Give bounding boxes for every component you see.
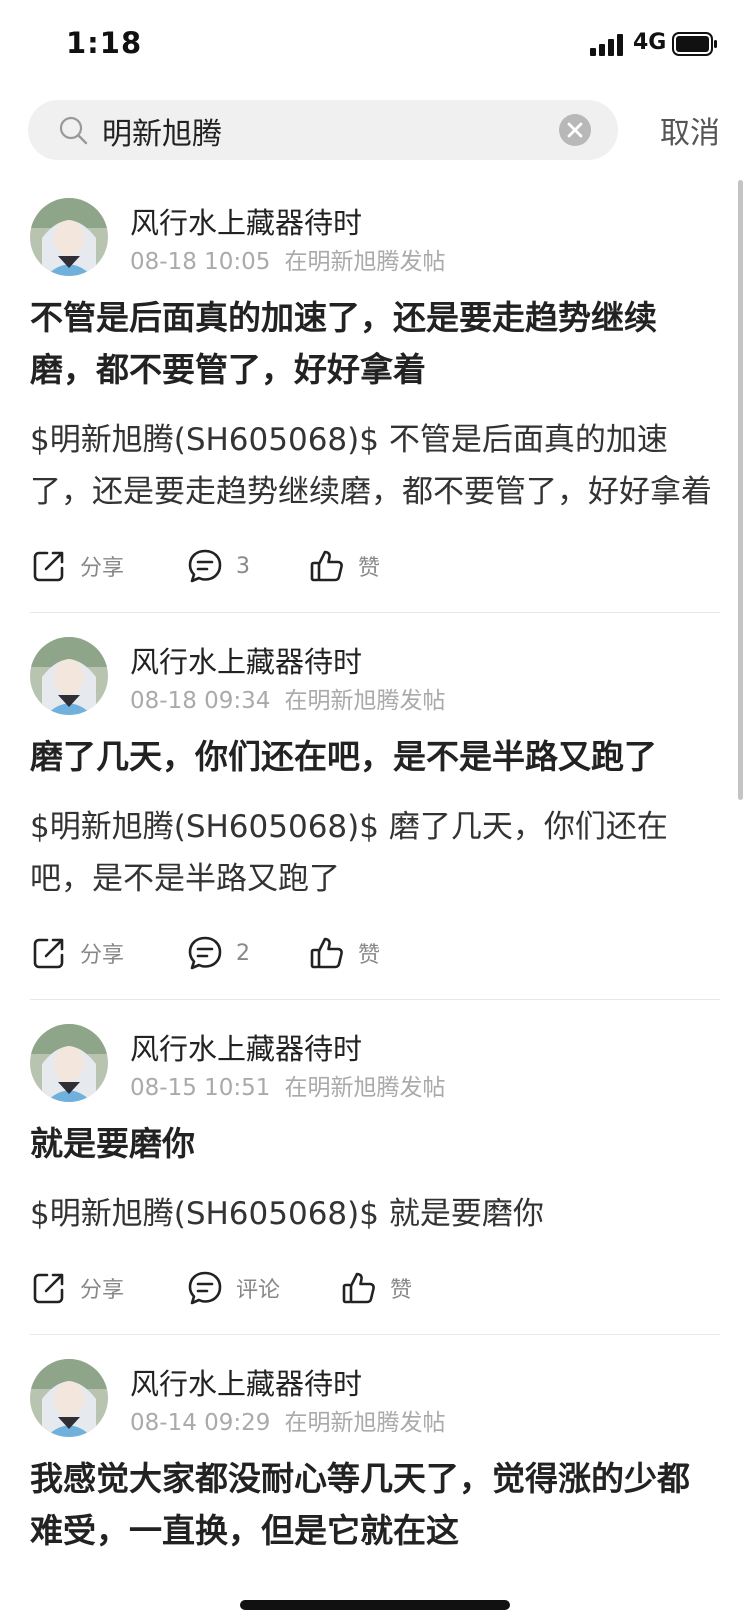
network-type: 4G <box>633 30 667 55</box>
comment-icon <box>188 549 222 583</box>
post-venue: 在明新旭腾发帖 <box>284 1410 446 1436</box>
post-meta: 08-18 10:05 在明新旭腾发帖 <box>130 242 445 276</box>
post-venue: 在明新旭腾发帖 <box>284 249 446 275</box>
post-meta: 08-14 09:29 在明新旭腾发帖 <box>130 1403 445 1437</box>
share-icon <box>33 938 64 969</box>
post-title[interactable]: 就是要磨你 <box>30 1118 720 1170</box>
thumbs-up-icon <box>310 550 343 582</box>
share-button[interactable]: 分享 <box>30 1268 124 1308</box>
share-label: 分享 <box>80 943 125 968</box>
cancel-button[interactable]: 取消 <box>660 108 720 152</box>
thumbs-up-icon <box>310 937 343 969</box>
share-button[interactable]: 分享 <box>30 546 124 586</box>
post-venue: 在明新旭腾发帖 <box>284 1075 446 1101</box>
post-title[interactable]: 我感觉大家都没耐心等几天了，觉得涨的少都难受，一直换，但是它就在这 <box>30 1453 720 1557</box>
post-body[interactable]: $明新旭腾(SH605068)$ 磨了几天，你们还在吧，是不是半路又跑了 <box>30 801 720 905</box>
like-button[interactable]: 赞 <box>308 933 380 973</box>
avatar[interactable] <box>30 1359 108 1437</box>
post-header: 风行水上藏器待时 08-15 10:51 在明新旭腾发帖 <box>30 1024 720 1116</box>
search-icon <box>59 116 88 145</box>
like-label: 赞 <box>390 1278 413 1303</box>
avatar[interactable] <box>30 1024 108 1102</box>
share-label: 分享 <box>80 556 125 581</box>
post-body[interactable]: $明新旭腾(SH605068)$ 不管是后面真的加速了，还是要走趋势继续磨，都不… <box>30 414 720 518</box>
home-indicator[interactable] <box>240 1600 510 1610</box>
post-time: 08-14 09:29 <box>130 1410 271 1436</box>
post-actions: 分享 2 赞 <box>30 927 720 987</box>
comment-icon <box>188 1271 222 1305</box>
post-feed: 风行水上藏器待时 08-18 10:05 在明新旭腾发帖 不管是后面真的加速了，还… <box>30 198 720 1593</box>
post-actions: 分享 评论 赞 <box>30 1262 720 1322</box>
post-item[interactable]: 风行水上藏器待时 08-15 10:51 在明新旭腾发帖 就是要磨你 $明新旭腾(… <box>30 1024 720 1335</box>
comment-button[interactable]: 2 <box>186 933 250 973</box>
battery-icon <box>672 32 717 56</box>
avatar[interactable] <box>30 198 108 276</box>
author-name[interactable]: 风行水上藏器待时 <box>130 200 362 242</box>
status-time: 1:18 <box>66 26 143 60</box>
avatar[interactable] <box>30 637 108 715</box>
post-header: 风行水上藏器待时 08-18 10:05 在明新旭腾发帖 <box>30 198 720 290</box>
post-meta: 08-18 09:34 在明新旭腾发帖 <box>130 681 445 715</box>
comment-button[interactable]: 评论 <box>186 1268 280 1308</box>
thumbs-up-icon <box>342 1272 375 1304</box>
search-bar <box>28 100 618 160</box>
post-item[interactable]: 风行水上藏器待时 08-18 10:05 在明新旭腾发帖 不管是后面真的加速了，还… <box>30 198 720 613</box>
post-item[interactable]: 风行水上藏器待时 08-14 09:29 在明新旭腾发帖 我感觉大家都没耐心等几天… <box>30 1359 720 1569</box>
post-body[interactable]: $明新旭腾(SH605068)$ 就是要磨你 <box>30 1188 720 1240</box>
post-actions: 分享 3 赞 <box>30 540 720 600</box>
author-name[interactable]: 风行水上藏器待时 <box>130 639 362 681</box>
clear-icon[interactable] <box>558 113 592 147</box>
like-button[interactable]: 赞 <box>308 546 380 586</box>
comment-count: 2 <box>236 940 250 966</box>
status-bar: 1:18 4G <box>0 0 750 90</box>
share-icon <box>33 1273 64 1304</box>
share-button[interactable]: 分享 <box>30 933 124 973</box>
like-button[interactable]: 赞 <box>340 1268 412 1308</box>
post-time: 08-15 10:51 <box>130 1075 271 1101</box>
post-meta: 08-15 10:51 在明新旭腾发帖 <box>130 1068 445 1102</box>
post-title[interactable]: 不管是后面真的加速了，还是要走趋势继续磨，都不要管了，好好拿着 <box>30 292 720 396</box>
post-venue: 在明新旭腾发帖 <box>284 688 446 714</box>
post-time: 08-18 09:34 <box>130 688 271 714</box>
scrollbar[interactable] <box>738 180 743 800</box>
post-title[interactable]: 磨了几天，你们还在吧，是不是半路又跑了 <box>30 731 720 783</box>
like-label: 赞 <box>358 943 381 968</box>
share-icon <box>33 551 64 582</box>
like-label: 赞 <box>358 556 381 581</box>
post-header: 风行水上藏器待时 08-18 09:34 在明新旭腾发帖 <box>30 637 720 729</box>
post-item[interactable]: 风行水上藏器待时 08-18 09:34 在明新旭腾发帖 磨了几天，你们还在吧，是… <box>30 637 720 1000</box>
comment-label: 评论 <box>236 1278 281 1303</box>
post-time: 08-18 10:05 <box>130 249 271 275</box>
signal-icon <box>590 34 623 56</box>
comment-icon <box>188 936 222 970</box>
post-header: 风行水上藏器待时 08-14 09:29 在明新旭腾发帖 <box>30 1359 720 1451</box>
author-name[interactable]: 风行水上藏器待时 <box>130 1361 362 1403</box>
author-name[interactable]: 风行水上藏器待时 <box>130 1026 362 1068</box>
search-input[interactable] <box>100 108 564 154</box>
comment-count: 3 <box>236 553 250 579</box>
comment-button[interactable]: 3 <box>186 546 250 586</box>
share-label: 分享 <box>80 1278 125 1303</box>
